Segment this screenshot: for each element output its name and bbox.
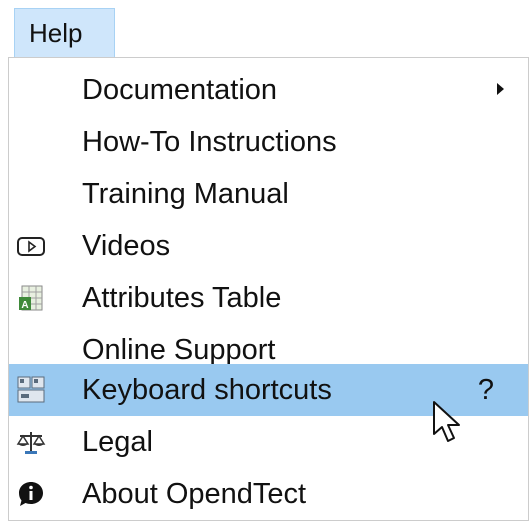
svg-text:A: A	[21, 300, 28, 311]
help-menu: Documentation How-To Instructions Traini…	[8, 57, 529, 521]
menu-item-about-opendtect[interactable]: About OpendTect	[9, 468, 528, 520]
spreadsheet-icon: A	[19, 285, 43, 311]
mouse-cursor-icon	[433, 401, 460, 442]
menu-item-training-manual[interactable]: Training Manual	[9, 168, 528, 220]
menu-item-label: Documentation	[82, 74, 278, 106]
info-bubble-icon	[19, 482, 43, 506]
menu-item-label: Keyboard shortcuts	[82, 374, 332, 406]
menu-item-documentation[interactable]: Documentation	[9, 64, 528, 116]
menu-item-label: How-To Instructions	[82, 126, 337, 158]
play-video-icon	[17, 237, 45, 256]
submenu-arrow-icon	[497, 83, 504, 95]
scales-icon	[16, 432, 46, 454]
menubar-help-label: Help	[29, 18, 83, 48]
menu-item-videos[interactable]: Videos	[9, 220, 528, 272]
menubar: Help	[0, 0, 531, 58]
menu-item-label: Attributes Table	[82, 282, 282, 314]
menu-item-label: Legal	[82, 426, 153, 458]
keyboard-icon	[17, 376, 45, 403]
menu-item-label: About OpendTect	[82, 478, 307, 510]
menu-item-label: Videos	[82, 230, 171, 262]
shortcut-hint: ?	[477, 374, 494, 406]
menubar-help[interactable]: Help	[14, 8, 115, 58]
menu-item-label: Training Manual	[82, 178, 289, 210]
menu-item-attributes-table[interactable]: A Attributes Table	[9, 272, 528, 324]
menu-item-how-to-instructions[interactable]: How-To Instructions	[9, 116, 528, 168]
